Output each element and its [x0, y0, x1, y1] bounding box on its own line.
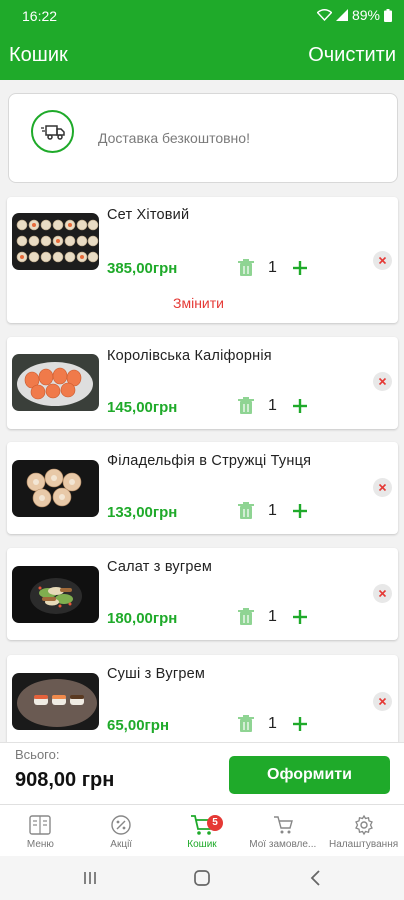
product-image: [12, 673, 99, 730]
close-icon: [378, 589, 387, 598]
nav-label: Кошик: [187, 839, 217, 850]
item-price: 180,00грн: [107, 610, 178, 627]
recent-apps-icon[interactable]: [80, 868, 100, 888]
cart-item: Королівська Каліфорнія 145,00грн 1: [7, 337, 398, 429]
nav-label: Налаштування: [329, 839, 399, 850]
status-bar: 16:22 89%: [0, 0, 404, 32]
gear-icon: [354, 814, 373, 836]
item-name: Філадельфія в Стружці Тунця: [107, 453, 312, 469]
nav-item-my-orders[interactable]: Мої замовле...: [242, 805, 323, 856]
home-icon[interactable]: [192, 868, 212, 888]
increase-quantity-button[interactable]: [291, 608, 309, 626]
item-price: 145,00грн: [107, 399, 178, 416]
nav-label: Мої замовле...: [249, 839, 317, 850]
remove-item-button[interactable]: [373, 584, 392, 603]
cart-item: Сет Хітовий 385,00грн 1 Змінити: [7, 197, 398, 323]
nav-label: Акції: [110, 839, 133, 850]
item-price: 385,00грн: [107, 260, 178, 277]
item-name: Салат з вугрем: [107, 559, 213, 575]
change-set-link[interactable]: Змінити: [173, 295, 224, 311]
increase-quantity-button[interactable]: [291, 397, 309, 415]
item-quantity: 1: [268, 715, 277, 732]
remove-item-button[interactable]: [373, 251, 392, 270]
cart-count-badge: 5: [207, 815, 223, 831]
nav-item-menu[interactable]: Меню: [0, 805, 81, 856]
trash-icon[interactable]: [238, 259, 254, 277]
system-nav-bar: [0, 856, 404, 900]
trash-icon[interactable]: [238, 502, 254, 520]
cart-content[interactable]: Доставка безкоштовно! Сет Хітовий 385,00…: [0, 80, 404, 742]
close-icon: [378, 697, 387, 706]
status-time: 16:22: [22, 8, 58, 24]
item-quantity: 1: [268, 502, 277, 519]
increase-quantity-button[interactable]: [291, 715, 309, 733]
total-value: 908,00 грн: [15, 769, 115, 791]
nav-item-settings[interactable]: Налаштування: [323, 805, 404, 856]
delivery-icon-circle: [31, 110, 74, 153]
item-name: Суші з Вугрем: [107, 666, 206, 682]
item-price: 65,00грн: [107, 717, 170, 734]
battery-percent: 89%: [351, 7, 380, 23]
truck-icon: [40, 124, 65, 140]
product-image: [12, 354, 99, 411]
product-image: [12, 566, 99, 623]
signal-icon: [335, 9, 348, 21]
app-bar: Кошик Очистити: [0, 32, 404, 80]
wifi-icon: [316, 9, 332, 21]
back-icon[interactable]: [306, 868, 326, 888]
trash-icon[interactable]: [238, 715, 254, 733]
remove-item-button[interactable]: [373, 478, 392, 497]
item-name: Сет Хітовий: [107, 207, 190, 223]
battery-icon: [384, 8, 392, 22]
total-bar: Всього: 908,00 грн Оформити: [0, 742, 404, 804]
nav-label: Меню: [26, 839, 54, 850]
checkout-button[interactable]: Оформити: [229, 756, 390, 794]
product-image: [12, 213, 99, 270]
menu-book-icon: [29, 815, 52, 835]
delivery-text: Доставка безкоштовно!: [98, 130, 250, 146]
close-icon: [378, 483, 387, 492]
trash-icon[interactable]: [238, 397, 254, 415]
nav-item-promotions[interactable]: Акції: [81, 805, 162, 856]
bottom-nav: Меню Акції Кошик Мої замовле... Налаштув…: [0, 804, 404, 856]
page-title: Кошик: [9, 44, 68, 66]
cart-item: Філадельфія в Стружці Тунця 133,00грн 1: [7, 442, 398, 534]
increase-quantity-button[interactable]: [291, 259, 309, 277]
cart-item: Салат з вугрем 180,00грн 1: [7, 548, 398, 640]
increase-quantity-button[interactable]: [291, 502, 309, 520]
item-quantity: 1: [268, 397, 277, 414]
close-icon: [378, 256, 387, 265]
cart-item: Суші з Вугрем 65,00грн 1: [7, 655, 398, 742]
trash-icon[interactable]: [238, 608, 254, 626]
nav-item-cart[interactable]: Кошик: [162, 805, 243, 856]
total-label: Всього:: [15, 747, 60, 762]
product-image: [12, 460, 99, 517]
status-icons: 89%: [316, 7, 392, 23]
close-icon: [378, 377, 387, 386]
item-name: Королівська Каліфорнія: [107, 348, 272, 364]
remove-item-button[interactable]: [373, 692, 392, 711]
percent-icon: [111, 815, 131, 835]
clear-cart-button[interactable]: Очистити: [308, 44, 396, 67]
delivery-banner: Доставка безкоштовно!: [8, 93, 398, 183]
item-price: 133,00грн: [107, 504, 178, 521]
orders-icon: [273, 816, 293, 834]
item-quantity: 1: [268, 608, 277, 625]
remove-item-button[interactable]: [373, 372, 392, 391]
item-quantity: 1: [268, 259, 277, 276]
